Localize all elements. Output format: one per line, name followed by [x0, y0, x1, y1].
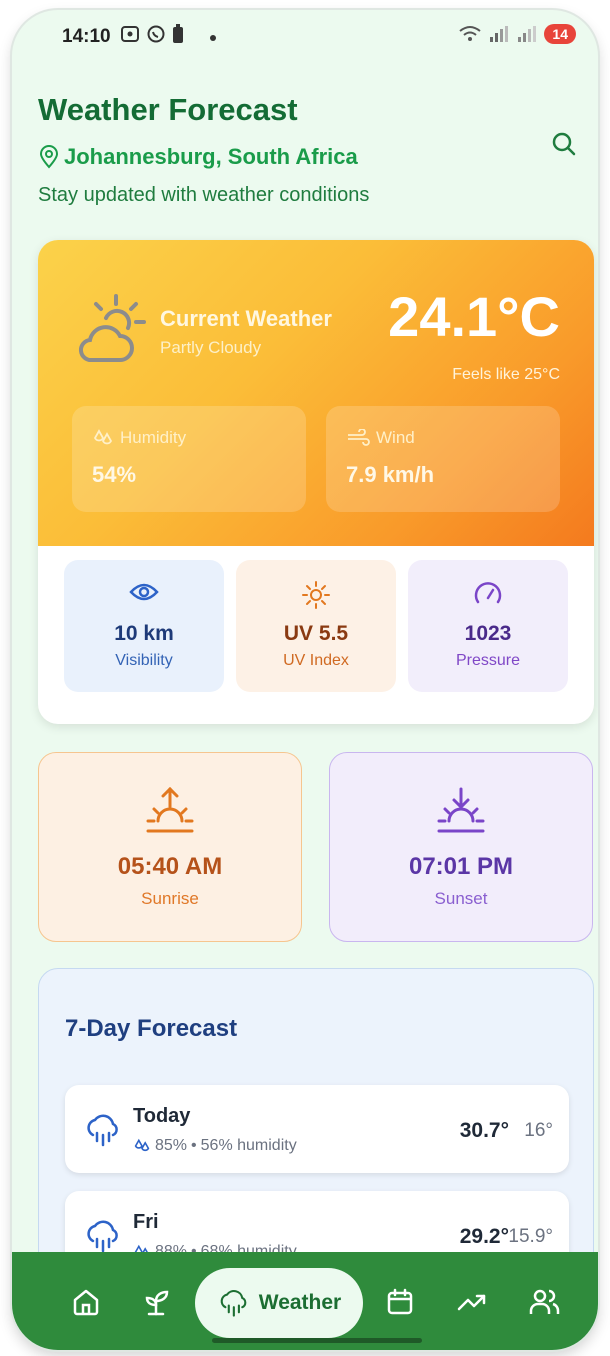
status-notification-icons — [120, 24, 184, 44]
humidity-label: Humidity — [120, 428, 187, 447]
phone-screen: 14:10 14 Weather Forecast Johannesburg, … — [12, 10, 598, 1350]
search-button[interactable] — [546, 126, 582, 162]
nav-crops[interactable] — [140, 1286, 172, 1318]
search-icon — [552, 132, 576, 156]
sunrise-label: Sunrise — [141, 889, 199, 908]
sunset-label: Sunset — [434, 889, 488, 908]
signal-icon-2 — [518, 26, 537, 42]
battery-saver-icon — [173, 24, 183, 43]
forecast-high: 30.7° — [459, 1119, 509, 1142]
feels-like: Feels like 25°C — [452, 366, 560, 383]
sunset-card: 07:01 PM Sunset — [329, 752, 593, 942]
rain-cloud-icon — [87, 1220, 118, 1253]
sunset-time: 07:01 PM — [408, 853, 514, 880]
wind-stat: Wind 7.9 km/h — [326, 406, 560, 512]
notification-dot — [210, 35, 216, 41]
humidity-stat: Humidity 54% — [72, 406, 306, 512]
forecast-low: 16° — [524, 1120, 553, 1141]
whatsapp-icon — [147, 25, 165, 43]
trending-up-icon — [457, 1294, 486, 1311]
visibility-label: Visibility — [115, 652, 173, 669]
forecast-day: Today — [133, 1105, 191, 1127]
users-icon — [529, 1289, 560, 1314]
location-text: Johannesburg, South Africa — [64, 144, 358, 169]
wind-icon — [348, 429, 370, 446]
nav-community[interactable] — [528, 1286, 560, 1318]
pressure-tile: 1023 Pressure — [408, 560, 568, 692]
sprout-icon — [145, 1290, 169, 1316]
forecast-row-today[interactable]: Today 85% • 56% humidity 30.7° 16° — [65, 1085, 569, 1173]
sunset-icon — [437, 787, 485, 833]
location: Johannesburg, South Africa — [38, 144, 358, 170]
gauge-icon — [474, 582, 502, 604]
sun-icon — [302, 581, 330, 609]
forecast-day: Fri — [133, 1211, 159, 1233]
forecast-title: 7-Day Forecast — [65, 1015, 238, 1042]
eye-icon — [129, 583, 159, 601]
sunrise-time: 05:40 AM — [117, 853, 223, 880]
home-icon — [73, 1289, 99, 1316]
forecast-rain: 85% — [155, 1137, 188, 1154]
location-pin-icon — [39, 145, 59, 169]
droplets-icon — [93, 429, 113, 445]
wind-label: Wind — [376, 428, 415, 447]
uv-index-tile: UV 5.5 UV Index — [236, 560, 396, 692]
page-subtitle: Stay updated with weather conditions — [38, 184, 370, 206]
visibility-tile: 10 km Visibility — [64, 560, 224, 692]
humidity-value: 54% — [92, 462, 137, 487]
page-title: Weather Forecast — [38, 92, 298, 127]
sunrise-icon — [146, 787, 194, 833]
current-weather-panel: Current Weather Partly Cloudy 24.1°C Fee… — [38, 240, 594, 546]
home-indicator[interactable] — [212, 1338, 422, 1343]
status-time: 14:10 — [62, 26, 111, 47]
rain-cloud-icon — [220, 1290, 247, 1317]
screenshot-icon — [121, 26, 139, 42]
wifi-icon — [459, 26, 482, 41]
pressure-label: Pressure — [455, 652, 521, 669]
nav-weather-label: Weather — [258, 1291, 342, 1314]
nav-trends[interactable] — [456, 1286, 488, 1318]
uv-label: UV Index — [283, 652, 349, 669]
current-weather-card: Current Weather Partly Cloudy 24.1°C Fee… — [38, 240, 594, 724]
droplets-icon — [134, 1138, 150, 1152]
forecast-low: 15.9° — [508, 1226, 553, 1247]
rain-cloud-icon — [87, 1114, 118, 1147]
current-condition: Partly Cloudy — [160, 338, 262, 357]
current-temperature: 24.1°C — [388, 285, 560, 348]
status-bar: 14:10 14 — [12, 10, 598, 64]
signal-icon — [490, 26, 509, 42]
calendar-icon — [387, 1288, 413, 1315]
sunrise-card: 05:40 AM Sunrise — [38, 752, 302, 942]
status-system-icons: 14 — [458, 24, 576, 44]
pressure-value: 1023 — [464, 622, 512, 645]
current-weather-title: Current Weather — [160, 306, 332, 331]
visibility-value: 10 km — [114, 622, 174, 645]
nav-weather[interactable]: Weather — [195, 1268, 363, 1338]
wind-value: 7.9 km/h — [346, 462, 435, 487]
partly-cloudy-icon — [72, 292, 148, 373]
battery-indicator: 14 — [544, 24, 576, 44]
nav-home[interactable] — [70, 1286, 102, 1318]
forecast-humidity: 56% humidity — [200, 1137, 297, 1154]
nav-calendar[interactable] — [384, 1286, 416, 1318]
uv-value: UV 5.5 — [283, 622, 349, 645]
bottom-nav: Weather — [12, 1252, 598, 1350]
forecast-high: 29.2° — [459, 1225, 509, 1248]
